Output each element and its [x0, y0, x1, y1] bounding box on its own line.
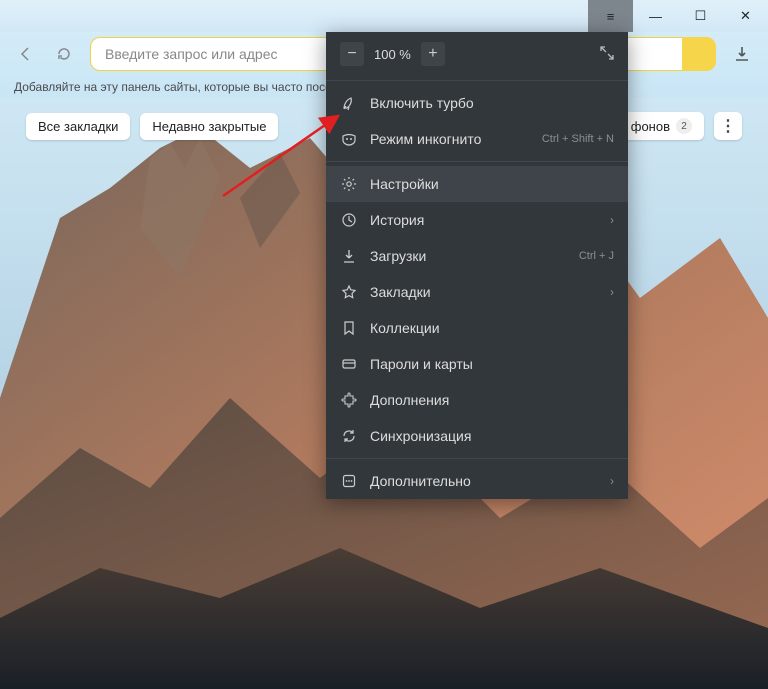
chevron-right-icon: › — [610, 474, 614, 488]
menu-item-bookmarks[interactable]: Закладки › — [326, 274, 628, 310]
card-icon — [340, 355, 358, 373]
menu-separator — [326, 80, 628, 81]
menu-item-settings[interactable]: Настройки — [326, 166, 628, 202]
window-titlebar: ≡ — ☐ ✕ — [0, 0, 768, 32]
menu-item-label: Коллекции — [370, 320, 440, 336]
puzzle-icon — [340, 391, 358, 409]
chevron-right-icon: › — [610, 285, 614, 299]
menu-item-collections[interactable]: Коллекции — [326, 310, 628, 346]
gear-icon — [340, 175, 358, 193]
menu-item-turbo[interactable]: Включить турбо — [326, 85, 628, 121]
fullscreen-button[interactable] — [600, 46, 614, 63]
more-options-button[interactable]: ⋮ — [714, 112, 742, 140]
mask-icon — [340, 130, 358, 148]
bookmark-bar-hint-text: Добавляйте на эту панель сайты, которые … — [14, 80, 342, 94]
menu-item-sync[interactable]: Синхронизация — [326, 418, 628, 454]
menu-item-passwords[interactable]: Пароли и карты — [326, 346, 628, 382]
menu-item-label: Загрузки — [370, 248, 426, 264]
sync-icon — [340, 427, 358, 445]
menu-item-label: Настройки — [370, 176, 439, 192]
menu-item-more[interactable]: Дополнительно › — [326, 463, 628, 499]
chevron-right-icon: › — [610, 213, 614, 227]
clock-icon — [340, 211, 358, 229]
more-icon — [340, 472, 358, 490]
bookmark-icon — [340, 319, 358, 337]
zoom-out-button[interactable]: − — [340, 42, 364, 66]
zoom-in-button[interactable]: + — [421, 42, 445, 66]
hamburger-menu-button[interactable]: ≡ — [588, 0, 633, 32]
menu-item-incognito[interactable]: Режим инкогнито Ctrl + Shift + N — [326, 121, 628, 157]
menu-item-extensions[interactable]: Дополнения — [326, 382, 628, 418]
menu-item-label: Режим инкогнито — [370, 131, 481, 147]
all-bookmarks-chip[interactable]: Все закладки — [26, 113, 130, 140]
menu-item-label: Пароли и карты — [370, 356, 473, 372]
background-gallery-badge: 2 — [676, 118, 692, 134]
menu-item-shortcut: Ctrl + Shift + N — [542, 133, 614, 145]
download-icon — [340, 247, 358, 265]
maximize-button[interactable]: ☐ — [678, 0, 723, 32]
back-button[interactable] — [14, 42, 38, 66]
recently-closed-chip[interactable]: Недавно закрытые — [140, 113, 278, 140]
menu-separator — [326, 458, 628, 459]
zoom-value: 100 % — [374, 47, 411, 62]
reload-button[interactable] — [52, 42, 76, 66]
address-placeholder: Введите запрос или адрес — [105, 46, 278, 62]
menu-item-shortcut: Ctrl + J — [579, 250, 614, 262]
menu-item-label: История — [370, 212, 424, 228]
minimize-button[interactable]: — — [633, 0, 678, 32]
menu-item-history[interactable]: История › — [326, 202, 628, 238]
menu-item-downloads[interactable]: Загрузки Ctrl + J — [326, 238, 628, 274]
menu-item-label: Дополнительно — [370, 473, 471, 489]
star-icon — [340, 283, 358, 301]
menu-item-label: Закладки — [370, 284, 431, 300]
menu-item-label: Включить турбо — [370, 95, 474, 111]
zoom-row: − 100 % + — [326, 32, 628, 76]
menu-item-label: Дополнения — [370, 392, 449, 408]
downloads-button[interactable] — [730, 45, 754, 63]
kebab-icon: ⋮ — [720, 116, 736, 136]
main-menu-dropdown: − 100 % + Включить турбо Режим инкогнито… — [326, 32, 628, 499]
menu-separator — [326, 161, 628, 162]
close-button[interactable]: ✕ — [723, 0, 768, 32]
rocket-icon — [340, 94, 358, 112]
menu-item-label: Синхронизация — [370, 428, 471, 444]
